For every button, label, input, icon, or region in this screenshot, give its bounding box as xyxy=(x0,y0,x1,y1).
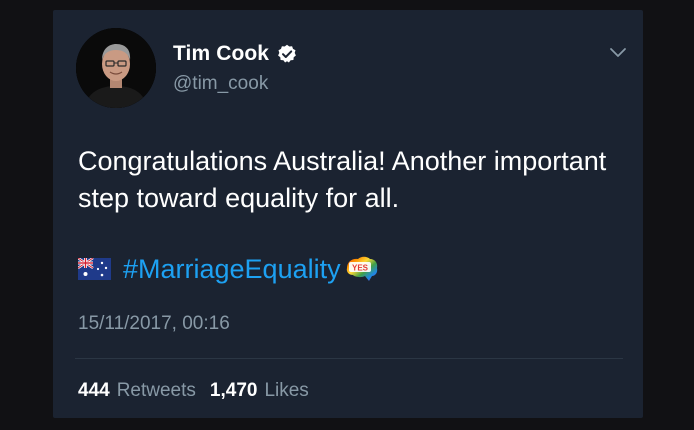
divider xyxy=(75,358,623,359)
chevron-down-icon[interactable] xyxy=(609,46,627,58)
avatar-image xyxy=(76,28,156,108)
australia-flag-icon xyxy=(77,257,111,280)
retweets-label: Retweets xyxy=(116,380,196,401)
likes-label: Likes xyxy=(264,380,309,401)
marriage-equality-hashtag-link[interactable]: #MarriageEquality xyxy=(123,254,341,285)
retweets-stat[interactable]: 444 Retweets xyxy=(78,380,210,402)
author-name[interactable]: Tim Cook xyxy=(173,42,269,66)
yes-australia-emoji-icon: YES xyxy=(343,254,381,284)
tweet-text: Congratulations Australia! Another impor… xyxy=(78,146,607,213)
tweet-card: Tim Cook @tim_cook Congratulations Austr… xyxy=(53,10,643,418)
author-name-row: Tim Cook xyxy=(173,40,297,68)
likes-count: 1,470 xyxy=(209,380,258,401)
tweet-timestamp[interactable]: 15/11/2017, 00:16 xyxy=(78,313,230,335)
author-handle[interactable]: @tim_cook xyxy=(173,73,268,95)
avatar[interactable] xyxy=(76,28,156,108)
retweets-count: 444 xyxy=(78,380,110,401)
svg-text:YES: YES xyxy=(352,264,369,273)
verified-badge-icon xyxy=(277,44,297,64)
tweet-stats: 444 Retweets 1,470 Likes xyxy=(78,377,323,405)
screenshot-frame: Tim Cook @tim_cook Congratulations Austr… xyxy=(0,0,694,430)
tweet-hashtag-line: #MarriageEquality YES xyxy=(77,251,381,287)
likes-stat[interactable]: 1,470 Likes xyxy=(210,380,323,402)
